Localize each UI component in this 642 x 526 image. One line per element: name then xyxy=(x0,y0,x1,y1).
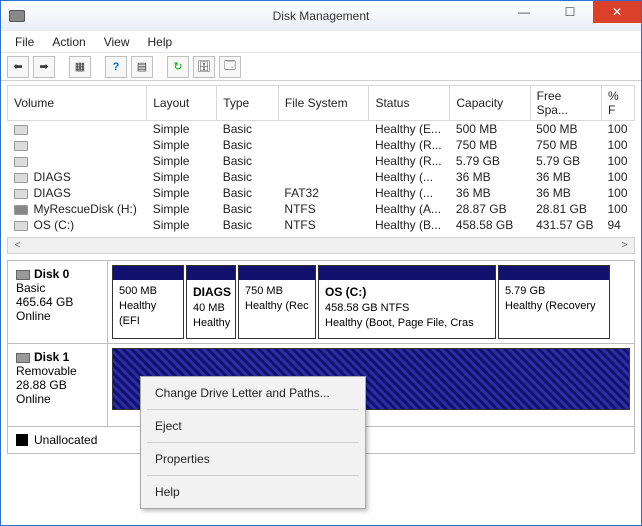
col-free[interactable]: Free Spa... xyxy=(530,86,601,121)
table-row[interactable]: OS (C:)SimpleBasicNTFSHealthy (B...458.5… xyxy=(8,217,635,233)
disk-icon xyxy=(16,353,30,363)
volume-icon xyxy=(14,173,28,183)
disk0-status: Online xyxy=(16,309,99,323)
menu-file[interactable]: File xyxy=(7,33,42,51)
forward-button[interactable]: ➡ xyxy=(33,56,55,78)
table-header-row: Volume Layout Type File System Status Ca… xyxy=(8,86,635,121)
volume-icon xyxy=(14,141,28,151)
disk1-status: Online xyxy=(16,392,99,406)
disk0-name: Disk 0 xyxy=(34,267,69,281)
horizontal-scrollbar[interactable]: < > xyxy=(7,237,635,254)
disk0-size: 465.64 GB xyxy=(16,295,99,309)
ctx-help[interactable]: Help xyxy=(143,478,363,506)
table-row[interactable]: DIAGSSimpleBasicHealthy (...36 MB36 MB10… xyxy=(8,169,635,185)
minimize-button[interactable]: — xyxy=(501,1,547,23)
scroll-right-icon[interactable]: > xyxy=(617,240,632,251)
table-row[interactable]: SimpleBasicHealthy (R...5.79 GB5.79 GB10… xyxy=(8,153,635,169)
disk0-header[interactable]: Disk 0 Basic 465.64 GB Online xyxy=(8,261,108,343)
menu-bar: File Action View Help xyxy=(1,31,641,53)
disk1-header[interactable]: Disk 1 Removable 28.88 GB Online xyxy=(8,344,108,426)
partition[interactable]: 5.79 GBHealthy (Recovery xyxy=(498,265,610,339)
table-row[interactable]: MyRescueDisk (H:)SimpleBasicNTFSHealthy … xyxy=(8,201,635,217)
volume-icon xyxy=(14,205,28,215)
scroll-left-icon[interactable]: < xyxy=(10,240,25,251)
disk0-partitions: 500 MBHealthy (EFIDIAGS40 MBHealthy750 M… xyxy=(108,261,634,343)
volume-icon xyxy=(14,189,28,199)
rescan-disks-button[interactable]: 🗄 xyxy=(193,56,215,78)
back-button[interactable]: ⬅ xyxy=(7,56,29,78)
volume-table: Volume Layout Type File System Status Ca… xyxy=(7,85,635,233)
disk-row-0: Disk 0 Basic 465.64 GB Online 500 MBHeal… xyxy=(8,261,634,344)
table-row[interactable]: SimpleBasicHealthy (R...750 MB750 MB100 xyxy=(8,137,635,153)
col-type[interactable]: Type xyxy=(217,86,279,121)
ctx-separator xyxy=(147,442,359,443)
partition[interactable]: 750 MBHealthy (Rec xyxy=(238,265,316,339)
legend-swatch-unallocated xyxy=(16,434,28,446)
col-capacity[interactable]: Capacity xyxy=(450,86,530,121)
settings-view-button[interactable]: ▤ xyxy=(131,56,153,78)
help-icon[interactable]: ? xyxy=(105,56,127,78)
toolbar: ⬅ ➡ ▦ ? ▤ ↻ 🗄 🗔 xyxy=(1,53,641,81)
disk-icon xyxy=(16,270,30,280)
ctx-separator xyxy=(147,409,359,410)
col-filesystem[interactable]: File System xyxy=(278,86,369,121)
partition[interactable]: 500 MBHealthy (EFI xyxy=(112,265,184,339)
volume-icon xyxy=(14,221,28,231)
ctx-change-drive-letter[interactable]: Change Drive Letter and Paths... xyxy=(143,379,363,407)
show-hide-tree-button[interactable]: ▦ xyxy=(69,56,91,78)
disk0-type: Basic xyxy=(16,281,99,295)
table-row[interactable]: SimpleBasicHealthy (E...500 MB500 MB100 xyxy=(8,121,635,138)
maximize-button[interactable]: ☐ xyxy=(547,1,593,23)
menu-help[interactable]: Help xyxy=(140,33,181,51)
partition[interactable]: OS (C:)458.58 GB NTFSHealthy (Boot, Page… xyxy=(318,265,496,339)
col-layout[interactable]: Layout xyxy=(147,86,217,121)
close-button[interactable]: ✕ xyxy=(593,1,641,23)
partition[interactable]: DIAGS40 MBHealthy xyxy=(186,265,236,339)
volume-icon xyxy=(14,157,28,167)
title-bar: Disk Management — ☐ ✕ xyxy=(1,1,641,31)
disk1-type: Removable xyxy=(16,364,99,378)
menu-view[interactable]: View xyxy=(96,33,138,51)
disk1-size: 28.88 GB xyxy=(16,378,99,392)
disk1-name: Disk 1 xyxy=(34,350,69,364)
attach-vhd-button[interactable]: 🗔 xyxy=(219,56,241,78)
col-status[interactable]: Status xyxy=(369,86,450,121)
col-pct[interactable]: % F xyxy=(601,86,634,121)
ctx-eject[interactable]: Eject xyxy=(143,412,363,440)
volume-icon xyxy=(14,125,28,135)
ctx-separator xyxy=(147,475,359,476)
table-row[interactable]: DIAGSSimpleBasicFAT32Healthy (...36 MB36… xyxy=(8,185,635,201)
col-volume[interactable]: Volume xyxy=(8,86,147,121)
ctx-properties[interactable]: Properties xyxy=(143,445,363,473)
legend-unallocated-label: Unallocated xyxy=(34,433,97,447)
context-menu: Change Drive Letter and Paths... Eject P… xyxy=(140,376,366,509)
refresh-button[interactable]: ↻ xyxy=(167,56,189,78)
window-controls: — ☐ ✕ xyxy=(501,1,641,23)
menu-action[interactable]: Action xyxy=(44,33,93,51)
